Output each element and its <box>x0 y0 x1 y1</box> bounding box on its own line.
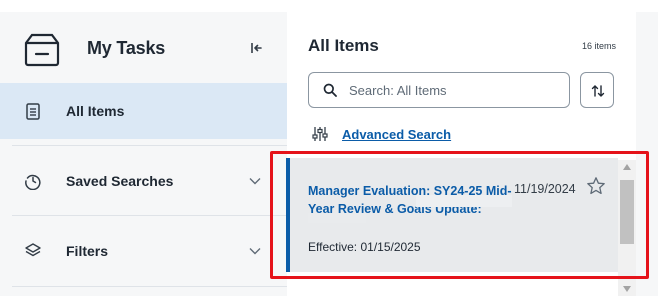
sort-button[interactable] <box>580 72 614 108</box>
divider <box>12 286 287 287</box>
list-title: All Items <box>308 36 379 55</box>
sidebar-item-label: Saved Searches <box>66 173 174 189</box>
divider <box>12 215 287 216</box>
search-box[interactable] <box>308 72 570 108</box>
divider <box>12 145 287 146</box>
sidebar-title: My Tasks <box>87 38 166 58</box>
highlight-box <box>270 151 649 279</box>
sidebar-item-saved-searches[interactable]: Saved Searches <box>0 153 287 209</box>
inbox-tray-icon <box>24 33 60 67</box>
collapse-left-icon[interactable] <box>250 41 264 55</box>
clock-history-icon <box>25 174 41 190</box>
search-input[interactable] <box>349 81 559 99</box>
sidebar-item-all-items[interactable]: All Items <box>0 83 287 139</box>
sliders-icon <box>312 127 328 141</box>
clipboard-icon <box>26 103 40 120</box>
sidebar-item-label: Filters <box>66 243 109 259</box>
scroll-down-arrow-icon[interactable] <box>623 286 631 292</box>
chevron-down-icon <box>249 178 261 185</box>
chevron-down-icon <box>249 248 261 255</box>
sort-arrows-icon <box>591 85 605 97</box>
top-strip <box>0 0 658 12</box>
search-icon <box>323 83 337 97</box>
layers-icon <box>25 243 41 257</box>
sidebar-item-label: All Items <box>66 103 125 119</box>
advanced-search-link[interactable]: Advanced Search <box>342 127 451 142</box>
item-count: 16 items <box>581 41 616 51</box>
sidebar-item-filters[interactable]: Filters <box>0 223 287 279</box>
